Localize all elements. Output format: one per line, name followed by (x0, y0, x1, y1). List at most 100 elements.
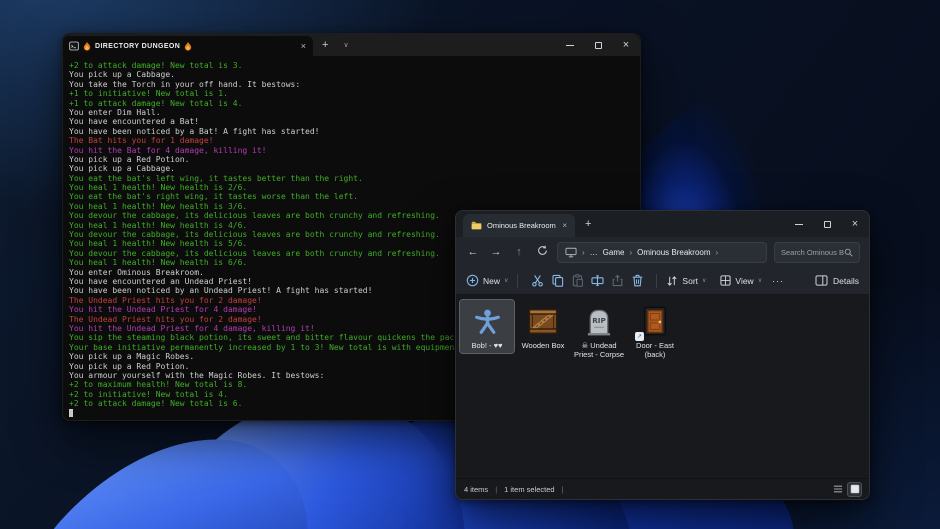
search-input[interactable]: Search Ominous Bre (774, 242, 860, 263)
person-icon (474, 308, 501, 335)
new-tab-button[interactable]: + (313, 34, 337, 56)
file-item-wooden-box[interactable]: Wooden Box (516, 300, 570, 353)
explorer-titlebar[interactable]: Ominous Breakroom × + × (456, 211, 869, 237)
monitor-icon (565, 247, 577, 258)
search-icon (844, 248, 853, 257)
refresh-button[interactable] (534, 245, 550, 259)
more-options-button[interactable]: ··· (772, 276, 784, 286)
file-item-bob[interactable]: Bob! - ♥♥ (460, 300, 514, 353)
maximize-icon (824, 221, 831, 228)
close-button[interactable]: × (841, 211, 869, 237)
large-icons-view-button[interactable] (848, 483, 861, 496)
terminal-line: You hit the Bat for 4 damage, killing it… (69, 146, 634, 155)
sort-icon (666, 275, 678, 287)
refresh-icon (537, 245, 548, 256)
selection-count: 1 item selected (504, 485, 554, 494)
minimize-button[interactable] (556, 34, 584, 56)
sort-button-label: Sort (682, 276, 698, 286)
details-button-label: Details (833, 276, 859, 286)
terminal-line: You have been noticed by a Bat! A fight … (69, 127, 634, 136)
close-button[interactable]: × (612, 34, 640, 56)
explorer-tab-title: Ominous Breakroom (487, 221, 557, 230)
new-tab-button[interactable]: + (575, 211, 601, 237)
terminal-line: +1 to attack damage! New total is 4. (69, 99, 634, 108)
terminal-line: +2 to attack damage! New total is 3. (69, 61, 634, 70)
file-item-door-east[interactable]: ↗ Door - East (back) (628, 300, 682, 361)
new-button[interactable]: New ∨ (466, 274, 508, 287)
address-bar[interactable]: › … Game › Ominous Breakroom › (557, 242, 767, 263)
breadcrumb-chevron: › (629, 248, 632, 257)
chevron-down-icon: ∨ (504, 277, 508, 284)
delete-button[interactable] (627, 274, 647, 287)
cut-button[interactable] (527, 274, 547, 287)
maximize-button[interactable] (813, 211, 841, 237)
status-bar: 4 items | 1 item selected | (456, 478, 869, 499)
terminal-line: You enter Dim Hall. (69, 108, 634, 117)
address-toolbar: ← → ↑ › … Game › Ominous Breakroom (456, 237, 869, 267)
breadcrumb-chevron: › (716, 248, 719, 257)
paste-button[interactable] (567, 274, 587, 287)
search-value: Search Ominous Bre (781, 248, 844, 257)
terminal-tab-title: DIRECTORY DUNGEON (95, 43, 180, 50)
terminal-line: You take the Torch in your off hand. It … (69, 80, 634, 89)
terminal-line: You eat the bat's left wing, it tastes b… (69, 174, 634, 183)
terminal-line: You heal 1 health! New health is 2/6. (69, 183, 634, 192)
details-button[interactable]: Details (815, 275, 859, 286)
explorer-tab[interactable]: Ominous Breakroom × (463, 214, 575, 237)
minimize-icon (566, 45, 574, 46)
toolbar-divider (656, 274, 657, 288)
share-button[interactable] (607, 274, 627, 287)
shortcut-overlay-icon: ↗ (635, 332, 644, 341)
folder-icon (471, 221, 482, 230)
tab-close-button[interactable]: × (562, 221, 567, 230)
svg-text:RIP: RIP (592, 315, 606, 324)
view-button-label: View (735, 276, 753, 286)
sort-button[interactable]: Sort ∨ (666, 275, 706, 287)
terminal-line: You eat the bat's right wing, it tastes … (69, 192, 634, 201)
tombstone-icon: RIP (586, 307, 612, 336)
file-item-undead-priest-corpse[interactable]: RIP ☠ Undead Priest - Corpse (572, 300, 626, 361)
minimize-button[interactable] (785, 211, 813, 237)
maximize-icon (595, 42, 602, 49)
item-count: 4 items (464, 485, 488, 494)
file-label: Bob! - ♥♥ (461, 342, 513, 351)
up-button[interactable]: ↑ (511, 246, 527, 258)
copy-button[interactable] (547, 274, 567, 287)
terminal-titlebar[interactable]: DIRECTORY DUNGEON × + ∨ × (63, 34, 640, 56)
new-plus-icon (466, 274, 479, 287)
command-bar: New ∨ (456, 267, 869, 295)
terminal-line: The Bat hits you for 1 damage! (69, 136, 634, 145)
new-button-label: New (483, 276, 500, 286)
status-divider: | (562, 485, 564, 494)
file-label: ☠ Undead Priest - Corpse (573, 342, 625, 359)
crate-icon (528, 308, 558, 335)
toolbar-divider (517, 274, 518, 288)
terminal-line: You pick up a Cabbage. (69, 164, 634, 173)
terminal-app-icon (69, 41, 79, 51)
desktop: DIRECTORY DUNGEON × + ∨ × +2 to attack d… (0, 0, 940, 529)
chevron-down-icon: ∨ (758, 277, 762, 284)
view-icon (720, 275, 731, 286)
flame-icon (83, 42, 91, 51)
terminal-line: +1 to initiative! New total is 1. (69, 89, 634, 98)
terminal-line: You pick up a Cabbage. (69, 70, 634, 79)
forward-button[interactable]: → (488, 246, 504, 258)
file-label: Wooden Box (517, 342, 569, 351)
breadcrumb-overflow[interactable]: … (590, 248, 598, 257)
back-button[interactable]: ← (465, 246, 481, 258)
details-pane-icon (815, 275, 828, 286)
flame-icon (184, 42, 192, 51)
maximize-button[interactable] (584, 34, 612, 56)
terminal-line: You pick up a Red Potion. (69, 155, 634, 164)
explorer-window: Ominous Breakroom × + × ← → ↑ (455, 210, 870, 500)
tab-dropdown-button[interactable]: ∨ (337, 34, 354, 56)
breadcrumb-item-game[interactable]: Game (603, 248, 625, 257)
view-button[interactable]: View ∨ (720, 275, 762, 286)
rename-button[interactable] (587, 274, 607, 287)
terminal-line: You have encountered a Bat! (69, 117, 634, 126)
tab-close-button[interactable]: × (301, 42, 306, 51)
details-view-button[interactable] (831, 483, 844, 496)
breadcrumb-item-ominous-breakroom[interactable]: Ominous Breakroom (637, 248, 710, 257)
terminal-tab[interactable]: DIRECTORY DUNGEON × (63, 36, 313, 56)
status-divider: | (495, 485, 497, 494)
